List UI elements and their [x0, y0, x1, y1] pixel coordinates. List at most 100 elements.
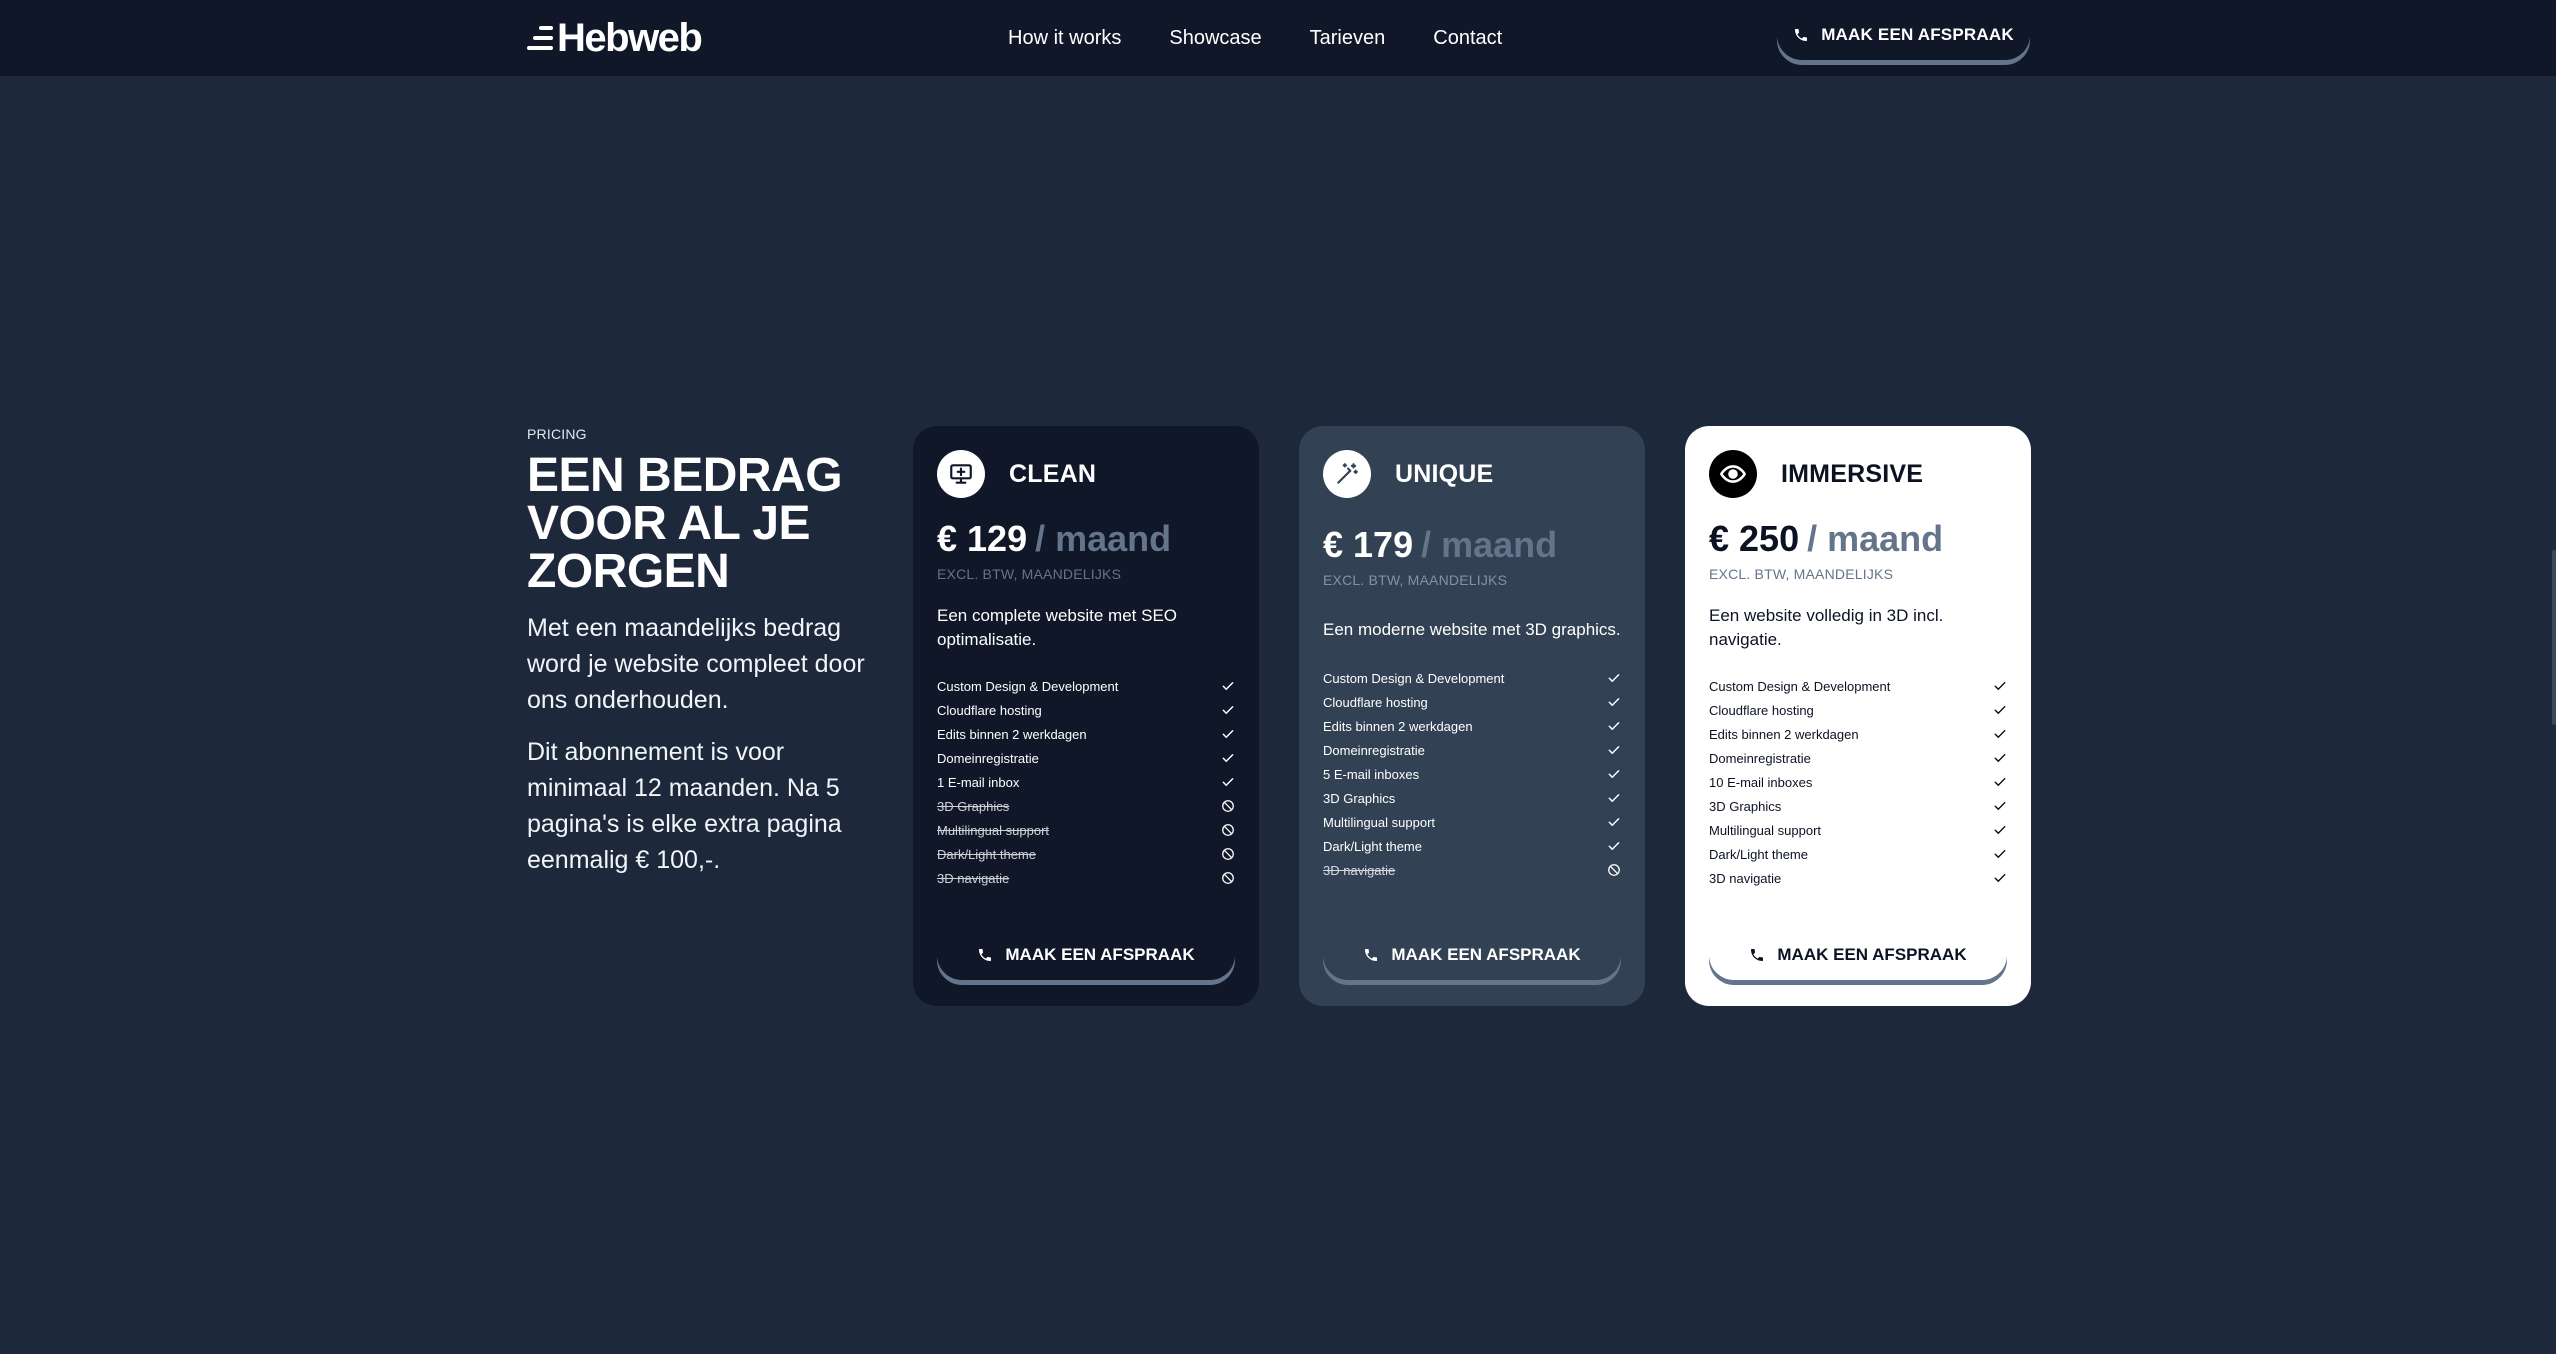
feature-item: 10 E-mail inboxes [1709, 770, 2007, 794]
not-included-icon [1221, 799, 1235, 813]
check-icon [1221, 703, 1235, 717]
nav-appointment-button[interactable]: MAAK EEN AFSPRAAK [1777, 10, 2030, 60]
plan-price: € 250 / maand [1709, 518, 2007, 560]
feature-item: 3D Graphics [1709, 794, 2007, 818]
check-icon [1221, 751, 1235, 765]
feature-label: 3D navigatie [937, 870, 1010, 886]
nav-link-how-it-works[interactable]: How it works [1008, 27, 1121, 50]
feature-item: Domeinregistratie [937, 746, 1235, 770]
cta-label: MAAK EEN AFSPRAAK [1005, 945, 1195, 964]
nav-link-tarieven[interactable]: Tarieven [1310, 27, 1386, 50]
feature-label: Dark/Light theme [1709, 846, 1808, 862]
feature-label: 1 E-mail inbox [937, 774, 1020, 790]
feature-item: 3D navigatie [1323, 858, 1621, 882]
cta-label: MAAK EEN AFSPRAAK [1391, 945, 1581, 964]
feature-item: Edits binnen 2 werkdagen [1323, 714, 1621, 738]
check-icon [1607, 671, 1621, 685]
feature-item: 3D Graphics [1323, 786, 1621, 810]
nav-link-showcase[interactable]: Showcase [1169, 27, 1261, 50]
price-amount: € 179 [1323, 524, 1414, 565]
intro-paragraph-2: Dit abonnement is voor minimaal 12 maand… [527, 738, 842, 874]
feature-item: Multilingual support [937, 818, 1235, 842]
price-note: EXCL. BTW, MAANDELIJKS [937, 566, 1122, 582]
check-icon [1221, 727, 1235, 741]
magic-wand-icon [1323, 450, 1371, 498]
feature-item: Multilingual support [1709, 818, 2007, 842]
feature-label: Dark/Light theme [1323, 838, 1422, 854]
feature-label: Custom Design & Development [937, 678, 1119, 694]
plan-card-unique: UNIQUE € 179 / maand EXCL. BTW, MAANDELI… [1299, 426, 1645, 1006]
check-icon [1993, 703, 2007, 717]
price-note: EXCL. BTW, MAANDELIJKS [1323, 572, 1508, 588]
feature-item: Dark/Light theme [1709, 842, 2007, 866]
nav-appointment-label: MAAK EEN AFSPRAAK [1821, 25, 2014, 44]
nav-container: Hebweb How it works Showcase Tarieven Co… [527, 0, 2030, 76]
feature-item: Edits binnen 2 werkdagen [1709, 722, 2007, 746]
feature-item: Custom Design & Development [937, 674, 1235, 698]
check-icon [1607, 815, 1621, 829]
pricing-intro: PRICING EEN BEDRAG VOOR AL JE ZORGEN Met… [527, 426, 867, 894]
nav-links: How it works Showcase Tarieven Contact [1008, 0, 1502, 76]
clean-appointment-button[interactable]: MAAK EEN AFSPRAAK [937, 930, 1235, 980]
feature-label: 5 E-mail inboxes [1323, 766, 1420, 782]
feature-item: Cloudflare hosting [937, 698, 1235, 722]
feature-label: Custom Design & Development [1323, 670, 1505, 686]
plan-header: UNIQUE [1323, 450, 1621, 498]
feature-label: 3D Graphics [937, 798, 1010, 814]
price-period: / maand [1807, 518, 1944, 559]
unique-appointment-button[interactable]: MAAK EEN AFSPRAAK [1323, 930, 1621, 980]
feature-label: Edits binnen 2 werkdagen [1323, 718, 1473, 734]
check-icon [1607, 719, 1621, 733]
price-note: EXCL. BTW, MAANDELIJKS [1709, 566, 1894, 582]
not-included-icon [1221, 871, 1235, 885]
intro-paragraph-1: Met een maandelijks bedrag word je websi… [527, 614, 865, 714]
check-icon [1607, 743, 1621, 757]
feature-item: 3D navigatie [1709, 866, 2007, 890]
feature-label: 10 E-mail inboxes [1709, 774, 1813, 790]
cta-label: MAAK EEN AFSPRAAK [1777, 945, 1967, 964]
feature-item: 3D navigatie [937, 866, 1235, 890]
feature-label: Cloudflare hosting [1323, 694, 1428, 710]
feature-label: Cloudflare hosting [1709, 702, 1814, 718]
feature-label: Multilingual support [1323, 814, 1436, 830]
check-icon [1993, 847, 2007, 861]
feature-label: Domeinregistratie [937, 750, 1039, 766]
feature-list: Custom Design & Development Cloudflare ho… [937, 674, 1235, 890]
not-included-icon [1221, 847, 1235, 861]
feature-label: Dark/Light theme [937, 846, 1036, 862]
check-icon [1221, 679, 1235, 693]
brand-name: Hebweb [557, 16, 703, 60]
feature-item: 1 E-mail inbox [937, 770, 1235, 794]
check-icon [1993, 775, 2007, 789]
logo-mark-icon [527, 23, 553, 53]
section-eyebrow: PRICING [527, 426, 587, 442]
feature-item: Multilingual support [1323, 810, 1621, 834]
plan-header: IMMERSIVE [1709, 450, 2007, 498]
check-icon [1993, 871, 2007, 885]
price-period: / maand [1035, 518, 1172, 559]
not-included-icon [1221, 823, 1235, 837]
immersive-appointment-button[interactable]: MAAK EEN AFSPRAAK [1709, 930, 2007, 980]
nav-link-contact[interactable]: Contact [1433, 27, 1502, 50]
check-icon [1993, 727, 2007, 741]
plan-card-immersive: IMMERSIVE € 250 / maand EXCL. BTW, MAAND… [1685, 426, 2031, 1006]
section-headline: EEN BEDRAG VOOR AL JE ZORGEN [527, 449, 843, 598]
feature-item: Dark/Light theme [937, 842, 1235, 866]
feature-item: Domeinregistratie [1323, 738, 1621, 762]
not-included-icon [1607, 863, 1621, 877]
scrollbar-thumb[interactable] [2552, 550, 2556, 725]
feature-item: Edits binnen 2 werkdagen [937, 722, 1235, 746]
feature-list: Custom Design & Development Cloudflare ho… [1323, 666, 1621, 882]
check-icon [1221, 775, 1235, 789]
plan-name: CLEAN [1009, 459, 1097, 488]
feature-label: Edits binnen 2 werkdagen [1709, 726, 1859, 742]
plan-header: CLEAN [937, 450, 1235, 498]
feature-item: 5 E-mail inboxes [1323, 762, 1621, 786]
check-icon [1993, 679, 2007, 693]
feature-item: Domeinregistratie [1709, 746, 2007, 770]
feature-label: Custom Design & Development [1709, 678, 1891, 694]
price-period: / maand [1421, 524, 1558, 565]
plan-price: € 129 / maand [937, 518, 1235, 560]
brand-logo[interactable]: Hebweb [527, 16, 703, 60]
feature-list: Custom Design & Development Cloudflare ho… [1709, 674, 2007, 890]
